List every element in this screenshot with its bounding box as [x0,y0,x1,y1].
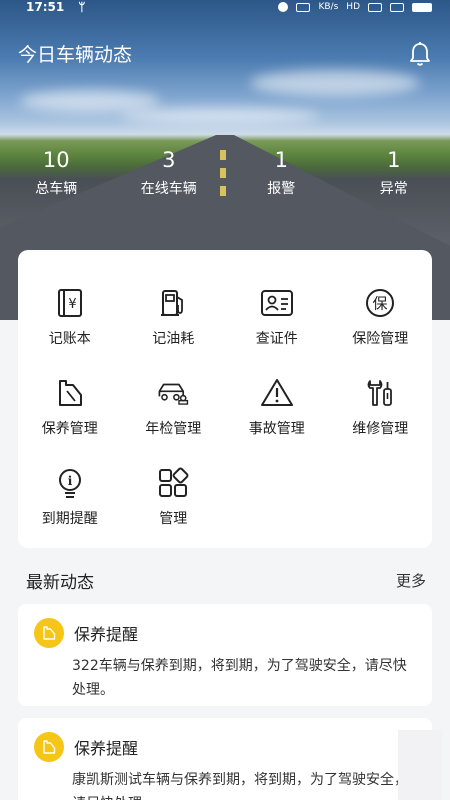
menu-label: 记账本 [48,331,91,347]
insurance-glyph: 保 [373,295,388,313]
maintenance-badge [34,732,64,762]
menu-label: 保养管理 [41,421,98,437]
menu-item-accident[interactable]: 事故管理 [225,376,329,438]
stat-total-vehicles[interactable]: 10 总车辆 [0,148,113,198]
stat-label: 报警 [267,181,296,197]
stat-label: 总车辆 [35,181,78,197]
stat-value: 3 [162,148,176,172]
ledger-yen-glyph: ¥ [68,297,76,312]
bell-icon[interactable] [408,41,432,67]
more-link[interactable]: 更多 [396,570,426,591]
page-title: 今日车辆动态 [18,44,133,66]
menu-item-repair[interactable]: 维修管理 [329,376,433,438]
menu-item-maintenance[interactable]: 保养管理 [18,376,122,438]
wifi-icon [390,2,404,12]
oil-can-icon [43,626,56,640]
menu-item-documents[interactable]: 查证件 [225,286,329,348]
ledger-icon: ¥ [57,289,82,317]
stat-value: 10 [42,148,70,172]
feature-menu-card: ¥ 记账本 记油耗 查证件 保 保险管理 保养管理 年检管理 事故管理 维修管理… [18,250,432,548]
menu-item-insurance[interactable]: 保 保险管理 [329,286,433,348]
car-inspection-icon [158,383,189,405]
menu-label: 查证件 [255,331,298,347]
bulb-info-glyph: i [67,474,72,488]
stat-alarms[interactable]: 1 报警 [225,148,338,198]
stat-online-vehicles[interactable]: 3 在线车辆 [113,148,226,198]
menu-label: 事故管理 [248,421,305,437]
fuel-icon [161,290,184,316]
menu-label: 记油耗 [152,331,195,347]
menu-item-expiry-reminder[interactable]: i 到期提醒 [18,466,122,528]
feed-item-title: 保养提醒 [74,625,139,644]
signal-icon [368,2,382,12]
stat-value: 1 [387,148,401,172]
network-speed: KB/s [318,2,339,12]
oil-can-icon [43,740,56,754]
feed-item[interactable]: 保养提醒 康凯斯测试车辆与保养到期，将到期，为了驾驶安全，请尽快处理。 [18,718,432,800]
apps-icon [159,467,189,497]
usb-icon: ᛘ [78,0,86,14]
page-header: 今日车辆动态 [18,40,432,67]
feed-header: 最新动态 更多 [26,568,426,593]
feed-item-body: 322车辆与保养到期，将到期，为了驾驶安全，请尽快处理。 [72,658,407,698]
stat-abnormal[interactable]: 1 异常 [338,148,450,198]
feed-item-title: 保养提醒 [74,739,139,758]
wrench-icon [367,380,393,406]
alarm-icon [278,2,289,12]
battery-icon [412,2,432,12]
vehicle-stats: 10 总车辆 3 在线车辆 1 报警 1 异常 [0,148,450,198]
feed-item-body: 康凯斯测试车辆与保养到期，将到期，为了驾驶安全，请尽快处理。 [72,772,408,800]
oil-can-icon [58,380,82,406]
menu-item-fuel[interactable]: 记油耗 [122,286,226,348]
bulb-icon: i [58,469,81,498]
stat-label: 异常 [379,181,408,197]
status-bar: 17:51 ᛘ KB/s HD [0,0,450,14]
vibrate-icon [296,2,311,12]
status-time: 17:51 [26,0,65,14]
overlay-fade [398,730,442,800]
menu-label: 保险管理 [352,331,409,347]
hd-badge: HD [346,2,360,12]
menu-label: 管理 [159,511,188,527]
stat-value: 1 [274,148,288,172]
menu-item-manage[interactable]: 管理 [122,466,226,528]
stat-label: 在线车辆 [140,181,197,197]
menu-item-ledger[interactable]: ¥ 记账本 [18,286,122,348]
feed-item[interactable]: 保养提醒 322车辆与保养到期，将到期，为了驾驶安全，请尽快处理。 [18,604,432,706]
warning-icon [260,379,293,406]
menu-label: 维修管理 [352,421,409,437]
feed-title: 最新动态 [26,573,94,593]
maintenance-badge [34,618,64,648]
menu-item-annual-inspection[interactable]: 年检管理 [122,376,226,438]
insurance-icon: 保 [366,289,395,317]
menu-label: 到期提醒 [41,511,98,527]
menu-label: 年检管理 [145,421,202,437]
id-card-icon [260,290,293,316]
